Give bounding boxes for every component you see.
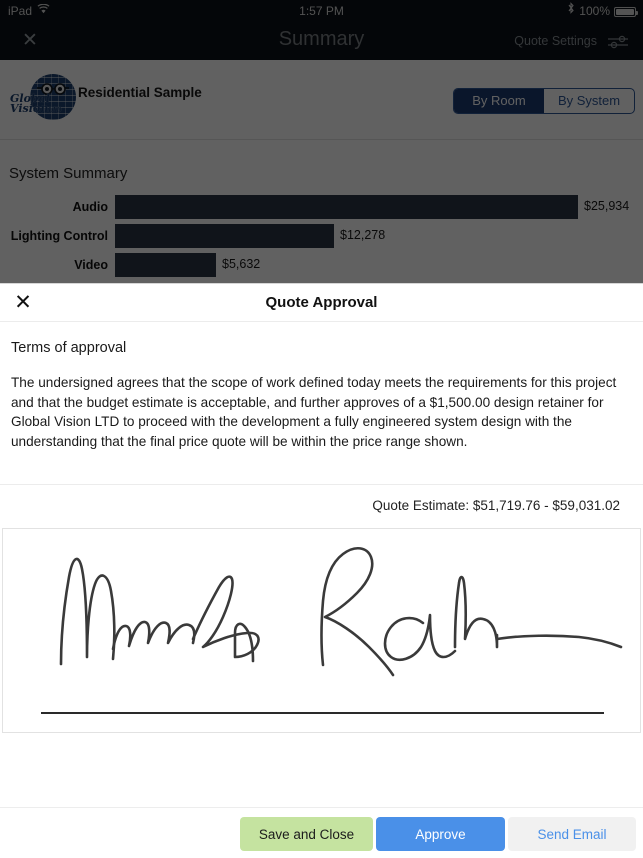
- approve-button[interactable]: Approve: [376, 817, 505, 851]
- logo-suffix: LTD: [48, 107, 62, 114]
- modal-title: Quote Approval: [265, 294, 378, 311]
- view-mode-segmented-control[interactable]: By Room By System: [453, 88, 635, 114]
- save-and-close-button[interactable]: Save and Close: [240, 817, 373, 851]
- bluetooth-icon: [567, 0, 575, 22]
- project-name: Residential Sample: [78, 85, 202, 100]
- modal-footer: Save and Close Approve Send Email: [0, 807, 643, 858]
- bar-track: [115, 195, 578, 219]
- battery-percent: 100%: [579, 4, 610, 18]
- terms-heading: Terms of approval: [11, 340, 127, 356]
- bar-fill: [115, 195, 578, 219]
- bar-label: Audio: [72, 200, 108, 214]
- signature-drawing: [59, 547, 623, 677]
- ipad-screen: iPad 1:57 PM 100% ✕ Summary Quote Settin…: [0, 0, 643, 858]
- chart-bar-row: Audio $25,934: [0, 195, 643, 224]
- company-logo: Global VisionLTD: [10, 74, 76, 124]
- signature-baseline: [41, 712, 604, 714]
- bar-value-label: $25,934: [584, 199, 630, 213]
- terms-body: The undersigned agrees that the scope of…: [11, 375, 617, 449]
- quote-estimate: Quote Estimate: $51,719.76 - $59,031.02: [372, 498, 620, 513]
- system-summary-chart: Audio $25,934 Lighting Control $12,278 V…: [0, 195, 643, 282]
- project-header: Global VisionLTD Residential Sample By R…: [0, 60, 643, 140]
- sliders-icon[interactable]: [607, 35, 629, 49]
- segment-by-system[interactable]: By System: [544, 89, 634, 113]
- bar-label: Video: [74, 258, 108, 272]
- nav-bar: ✕ Summary Quote Settings: [0, 22, 643, 60]
- logo-line-2: Vision: [10, 102, 49, 115]
- bar-fill: [115, 253, 216, 277]
- bar-label: Lighting Control: [10, 229, 108, 243]
- quote-approval-modal: ✕ Quote Approval Terms of approval The u…: [0, 283, 643, 858]
- status-bar: iPad 1:57 PM 100%: [0, 0, 643, 22]
- quote-settings-button[interactable]: Quote Settings: [514, 34, 597, 48]
- terms-section: Terms of approval The undersigned agrees…: [0, 322, 643, 513]
- battery-full-icon: [614, 7, 638, 17]
- bar-value-label: $5,632: [222, 257, 261, 271]
- bar-value-label: $12,278: [340, 228, 386, 242]
- chart-bar-row: Video $5,632: [0, 253, 643, 282]
- logo-wordmark: Global VisionLTD: [10, 93, 68, 116]
- segment-by-room[interactable]: By Room: [454, 89, 544, 113]
- modal-header: ✕ Quote Approval: [0, 284, 643, 322]
- summary-content: Global VisionLTD Residential Sample By R…: [0, 60, 643, 283]
- signature-pad[interactable]: [2, 528, 641, 733]
- status-bar-right: 100%: [567, 0, 638, 22]
- system-summary-heading: System Summary: [9, 165, 128, 182]
- bar-fill: [115, 224, 334, 248]
- send-email-button[interactable]: Send Email: [508, 817, 636, 851]
- bar-track: [115, 224, 334, 248]
- status-bar-time: 1:57 PM: [299, 4, 344, 18]
- chart-bar-row: Lighting Control $12,278: [0, 224, 643, 253]
- bar-track: [115, 253, 216, 277]
